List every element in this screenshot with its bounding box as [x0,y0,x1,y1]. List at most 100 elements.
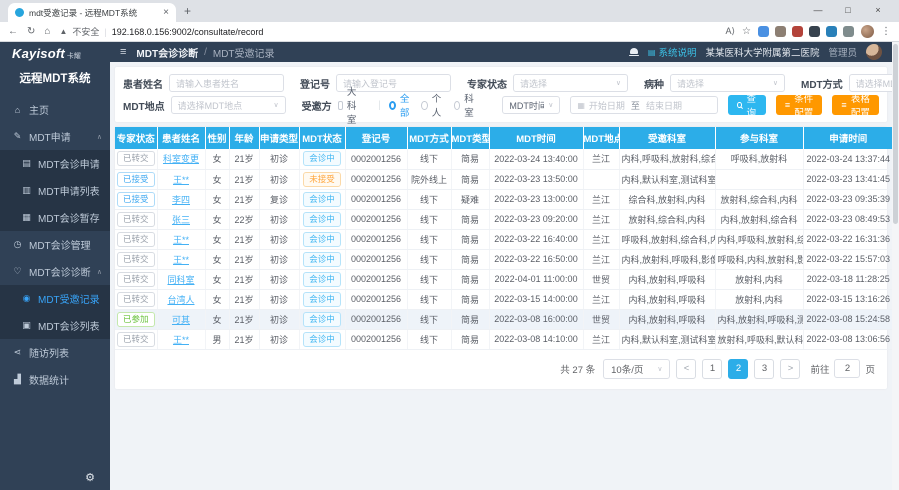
browser-tab[interactable]: mdt受邀记录 - 远程MDT系统 × [8,3,176,22]
refresh-icon[interactable]: ↻ [27,26,35,37]
back-icon[interactable]: ← [8,26,18,37]
extension-icon[interactable] [809,26,820,37]
config-icon: ≡ [841,100,846,110]
help-icon: ▤ [648,48,656,57]
table-config-button[interactable]: ≡ 表格配置 [832,95,879,115]
patient-name-link[interactable]: 张三 [172,215,190,225]
sidebar-item-主页[interactable]: ⌂主页 [0,96,110,123]
star-icon[interactable]: ☆ [742,26,751,37]
cell-mdt_location: 兰江 [583,229,619,249]
page-scrollbar[interactable] [892,42,899,490]
cell-patient_name: 同科室 [157,269,205,289]
sidebar-item-MDT会诊暂存[interactable]: ▦MDT会诊暂存 [0,204,110,231]
cell-mdt_mode: 线下 [407,229,451,249]
prev-page-button[interactable]: < [676,359,696,379]
patient-name-link[interactable]: 台湾人 [167,295,194,305]
condition-config-button[interactable]: ≡ 条件配置 [776,95,823,115]
menu-fold-icon[interactable]: ≡ [120,46,126,58]
sidebar-item-MDT会诊管理[interactable]: ◷MDT会诊管理 [0,231,110,258]
page-button-1[interactable]: 1 [702,359,722,379]
tab-close-icon[interactable]: × [163,7,169,18]
tab-favicon [15,8,24,17]
patient-name-link[interactable]: 王** [173,335,189,345]
new-tab-button[interactable]: + [184,4,191,18]
page-button-2[interactable]: 2 [728,359,748,379]
patient-name-link[interactable]: 可其 [172,315,190,325]
sidebar-item-MDT受邀记录[interactable]: ◉MDT受邀记录 [0,285,110,312]
extension-icon[interactable] [843,26,854,37]
patient-name-link[interactable]: 同科室 [167,275,194,285]
cell-mdt_type: 简易 [451,169,489,189]
patient-name-link[interactable]: 王** [173,235,189,245]
window-maximize-button[interactable]: □ [833,5,863,15]
sidebar-item-MDT申请[interactable]: ✎MDT申请∧ [0,123,110,150]
more-icon[interactable]: ⋮ [881,26,891,37]
extension-icon[interactable] [792,26,803,37]
table-row[interactable]: 已接受王**女21岁初诊未接受0002001256院外线上简易2022-03-2… [115,169,892,189]
filter-select[interactable]: 请选择∨ [670,74,785,92]
table-row[interactable]: 已转交王**女21岁初诊会诊中0002001256线下简易2022-03-22 … [115,249,892,269]
expert-status-badge: 已转交 [117,151,155,166]
url-bar[interactable]: ▲ 不安全 | 192.168.0.156:9002/consultate/re… [59,25,716,38]
bell-icon[interactable] [629,47,639,57]
table-row[interactable]: 已转交王**女21岁初诊会诊中0002001256线下简易2022-03-22 … [115,229,892,249]
table-row[interactable]: 已接受李四女21岁复诊会诊中0002001256线下疑难2022-03-23 1… [115,189,892,209]
browser-profile-avatar[interactable] [861,25,874,38]
table-row[interactable]: 已转交科室变更女21岁初诊会诊中0002001256线下简易2022-03-24… [115,149,892,169]
mdt-location-select[interactable]: 请选择MDT地点 ∨ [171,96,286,114]
search-button[interactable]: 查询 [728,95,766,115]
topbar: ≡ MDT会诊诊断 / MDT受邀记录 ▤ 系统说明 某某医科大学附属第二医院 … [110,42,892,62]
sidebar-item-随访列表[interactable]: ⋖随访列表 [0,339,110,366]
pagination: 共 27 条 10条/页 ∨ < 123 > 前往 页 [115,350,887,389]
table-row[interactable]: 已转交张三女22岁初诊会诊中0002001256线下简易2022-03-23 0… [115,209,892,229]
page-button-3[interactable]: 3 [754,359,774,379]
sidebar-item-MDT会诊申请[interactable]: ▤MDT会诊申请 [0,150,110,177]
date-start-placeholder: 开始日期 [589,99,625,112]
breadcrumb-parent[interactable]: MDT会诊诊断 [136,45,198,60]
filter-select[interactable]: 请选择MDT方式∨ [849,74,892,92]
sidebar-item-MDT会诊列表[interactable]: ▣MDT会诊列表 [0,312,110,339]
sidebar-item-数据统计[interactable]: ▟数据统计 [0,366,110,393]
filter-input[interactable]: 请输入患者姓名 [169,74,284,92]
invitee-radio-个人[interactable]: 个人 [421,91,444,119]
goto-suffix: 页 [865,362,875,376]
patient-name-link[interactable]: 李四 [172,195,190,205]
patient-name-link[interactable]: 王** [173,255,189,265]
next-page-button[interactable]: > [780,359,800,379]
gear-icon[interactable]: ⚙ [85,471,95,484]
patient-name-link[interactable]: 王** [173,175,189,185]
sidebar: Kayisoft 卡耀 远程MDT系统 ⌂主页✎MDT申请∧▤MDT会诊申请▥M… [0,42,110,490]
app-logo[interactable]: Kayisoft 卡耀 [0,42,110,62]
extension-icon[interactable] [826,26,837,37]
save-icon: ▦ [21,212,32,223]
table-row[interactable]: 已转交台湾人女21岁初诊会诊中0002001256线下简易2022-03-15 … [115,289,892,309]
date-range-input[interactable]: ▦ 开始日期 至 结束日期 [570,96,718,114]
cell-apply_time: 2022-03-23 08:49:53 [803,209,892,229]
sidebar-item-MDT申请列表[interactable]: ▥MDT申请列表 [0,177,110,204]
system-help-link[interactable]: ▤ 系统说明 [648,45,697,59]
sidebar-item-MDT会诊诊断[interactable]: ♡MDT会诊诊断∧ [0,258,110,285]
invitee-radio-科室[interactable]: 科室 [454,91,477,119]
browser-tab-strip: mdt受邀记录 - 远程MDT系统 × + — □ × [0,0,899,22]
table-row[interactable]: 已参加可其女21岁初诊会诊中0002001256线下简易2022-03-08 1… [115,309,892,329]
window-minimize-button[interactable]: — [803,5,833,15]
extension-icon[interactable] [775,26,786,37]
column-header-reg_no: 登记号 [345,127,407,149]
read-aloud-icon[interactable]: A⟩ [726,26,736,37]
extension-icon[interactable] [758,26,769,37]
home-icon[interactable]: ⌂ [44,26,50,37]
goto-page-input[interactable] [834,359,860,378]
avatar[interactable] [866,44,882,60]
table-row[interactable]: 已转交王**男21岁初诊会诊中0002001256线下简易2022-03-08 … [115,329,892,349]
filter-select[interactable]: 请选择∨ [513,74,628,92]
table-row[interactable]: 已转交同科室女21岁初诊会诊中0002001256线下简易2022-04-01 … [115,269,892,289]
cell-mdt_mode: 线下 [407,209,451,229]
time-type-select[interactable]: MDT时间 ∨ [502,96,560,114]
window-close-button[interactable]: × [863,5,893,15]
big-dept-checkbox[interactable]: 大科室 [338,84,361,126]
cell-apply_type: 初诊 [259,249,299,269]
patient-name-link[interactable]: 科室变更 [163,154,199,164]
page-size-select[interactable]: 10条/页 ∨ [603,359,670,379]
invitee-radio-全部[interactable]: 全部 [389,91,412,119]
cell-invited_depts: 综合科,放射科,内科 [619,189,715,209]
